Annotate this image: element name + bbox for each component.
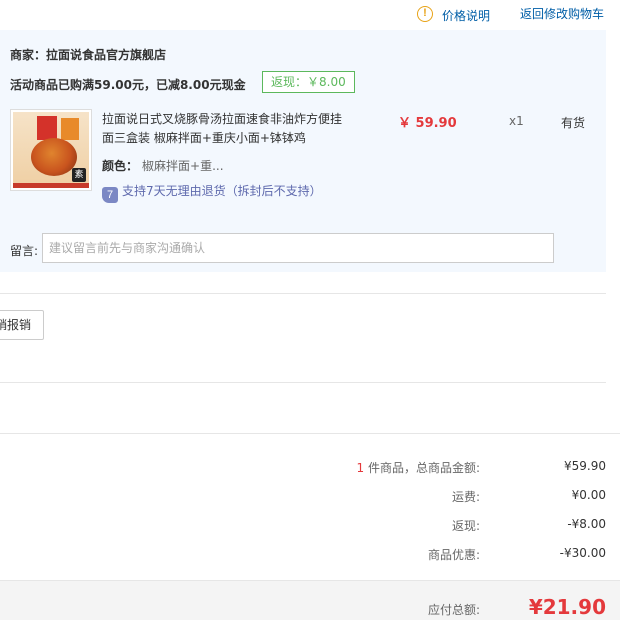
item-count: 1 — [356, 461, 365, 475]
back-to-cart-link[interactable]: 返回修改购物车 — [520, 5, 604, 22]
summary-discount-row: 商品优惠: -¥30.00 — [0, 546, 620, 566]
product-name-link[interactable]: 拉面说日式叉烧豚骨汤拉面速食非油炸方便挂面三盒装 椒麻拌面+重庆小面+钵钵鸡 — [102, 110, 350, 148]
brand-logo-icon: 素 — [72, 168, 86, 182]
goods-total-value: ¥59.90 — [564, 459, 606, 473]
summary-shipping-row: 运费: ¥0.00 — [0, 488, 620, 508]
divider — [0, 293, 606, 294]
product-price: ￥ 59.90 — [398, 116, 457, 131]
summary-rebate-row: 返现: -¥8.00 — [0, 517, 620, 537]
invoice-button[interactable]: 销报销 — [0, 310, 44, 340]
package-orange-shape — [61, 118, 79, 140]
seven-day-return-icon: 7 — [102, 187, 118, 203]
divider — [0, 433, 620, 434]
product-quantity: x1 — [509, 114, 524, 128]
payable-value: ¥21.90 — [528, 595, 606, 619]
color-value: 椒麻拌面+重... — [142, 159, 224, 173]
package-red-shape — [37, 116, 57, 140]
order-panel: 商家：拉面说食品官方旗舰店 活动商品已购满59.00元，已减8.00元现金 返现… — [0, 30, 606, 272]
price-help-link[interactable]: 价格说明 — [442, 7, 490, 24]
rebate-value: -¥8.00 — [567, 517, 606, 531]
payable-label: 应付总额: — [427, 603, 480, 617]
discount-label: 商品优惠: — [427, 548, 480, 562]
top-links: ! 价格说明 返回修改购物车 — [0, 4, 620, 24]
product-image: 素 — [13, 112, 89, 188]
product-color: 颜色： 椒麻拌面+重... — [102, 157, 224, 174]
summary-goods-row: 1 件商品，总商品金额: ¥59.90 — [0, 459, 620, 479]
shop-name: 商家：拉面说食品官方旗舰店 — [10, 48, 167, 62]
discount-value: -¥30.00 — [559, 546, 606, 560]
shipping-value: ¥0.00 — [571, 488, 606, 502]
color-label: 颜色： — [102, 159, 139, 173]
return-policy: 7 支持7天无理由退货（拆封后不支持） — [102, 182, 322, 203]
warning-icon: ! — [417, 6, 433, 22]
shipping-label: 运费: — [451, 490, 480, 504]
goods-total-label-text: 件商品，总商品金额: — [364, 461, 480, 475]
noodle-bowl-shape — [31, 138, 77, 176]
memo-input[interactable] — [42, 233, 554, 263]
return-policy-text: 支持7天无理由退货（拆封后不支持） — [122, 184, 322, 198]
rebate-tag: 返现：￥8.00 — [262, 71, 355, 93]
memo-label: 留言: — [10, 244, 39, 258]
package-bar-shape — [13, 183, 89, 188]
rebate-label: 返现: — [451, 519, 480, 533]
stock-status: 有货 — [561, 116, 586, 130]
product-thumbnail[interactable]: 素 — [10, 109, 92, 191]
divider — [0, 382, 606, 383]
promo-text: 活动商品已购满59.00元，已减8.00元现金 — [10, 78, 246, 92]
goods-total-label: 1 件商品，总商品金额: — [357, 459, 481, 476]
payable-total-bar: 应付总额: ¥21.90 — [0, 580, 620, 620]
